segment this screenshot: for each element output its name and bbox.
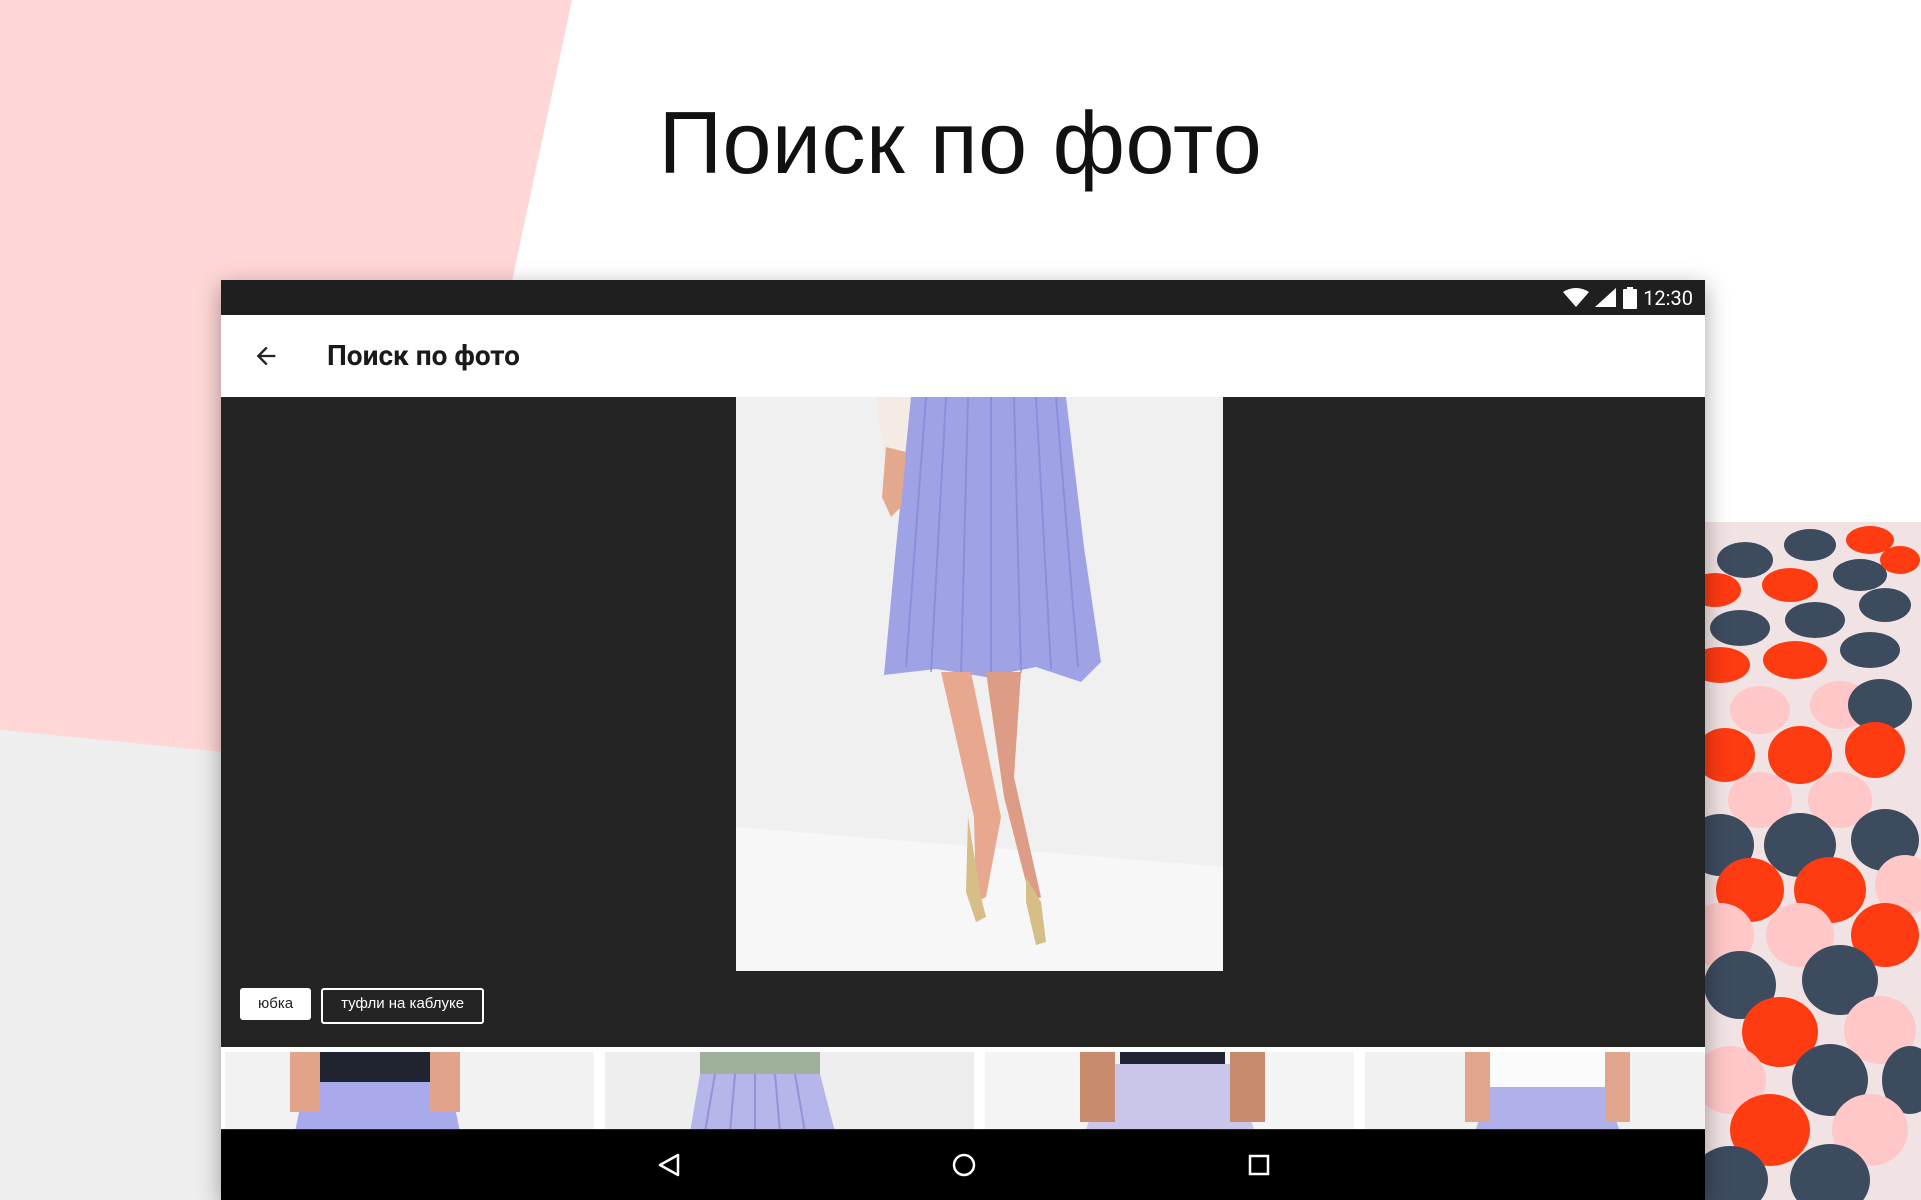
result-card[interactable] xyxy=(1365,1052,1705,1129)
wifi-icon xyxy=(1563,287,1590,308)
result-image xyxy=(225,1052,594,1129)
recents-square-icon xyxy=(1248,1154,1270,1176)
photo-search-content: юбка туфли на каблуке xyxy=(221,397,1705,1129)
signal-icon xyxy=(1595,287,1617,308)
photo-illustration xyxy=(736,397,1223,971)
status-time: 12:30 xyxy=(1643,285,1693,310)
result-card[interactable] xyxy=(225,1052,594,1129)
status-bar: 12:30 xyxy=(221,280,1705,315)
system-nav-bar xyxy=(221,1130,1705,1200)
nav-back-button[interactable] xyxy=(629,1130,709,1200)
nav-home-button[interactable] xyxy=(924,1130,1004,1200)
nav-recents-button[interactable] xyxy=(1219,1130,1299,1200)
search-results-strip xyxy=(221,1047,1705,1129)
detected-tags: юбка туфли на каблуке xyxy=(240,988,485,1024)
back-button[interactable] xyxy=(245,335,287,377)
result-card[interactable] xyxy=(985,1052,1354,1129)
result-image xyxy=(1365,1052,1705,1129)
result-card[interactable] xyxy=(605,1052,974,1129)
app-bar: Поиск по фото xyxy=(221,315,1705,397)
home-circle-icon xyxy=(952,1153,976,1177)
status-icons: 12:30 xyxy=(1563,280,1693,315)
arrow-back-icon xyxy=(256,346,276,366)
result-image xyxy=(605,1052,974,1129)
tablet-screen: 12:30 Поиск по фото юбка туфли на каблук… xyxy=(221,280,1705,1200)
screen-title: Поиск по фото xyxy=(327,339,520,372)
page-headline: Поиск по фото xyxy=(658,93,1263,192)
tag-chip-heels[interactable]: туфли на каблуке xyxy=(321,988,485,1024)
battery-icon xyxy=(1623,286,1638,309)
uploaded-photo[interactable] xyxy=(736,397,1223,971)
back-triangle-icon xyxy=(658,1153,680,1177)
result-image xyxy=(985,1052,1354,1129)
tag-chip-skirt[interactable]: юбка xyxy=(240,988,312,1020)
